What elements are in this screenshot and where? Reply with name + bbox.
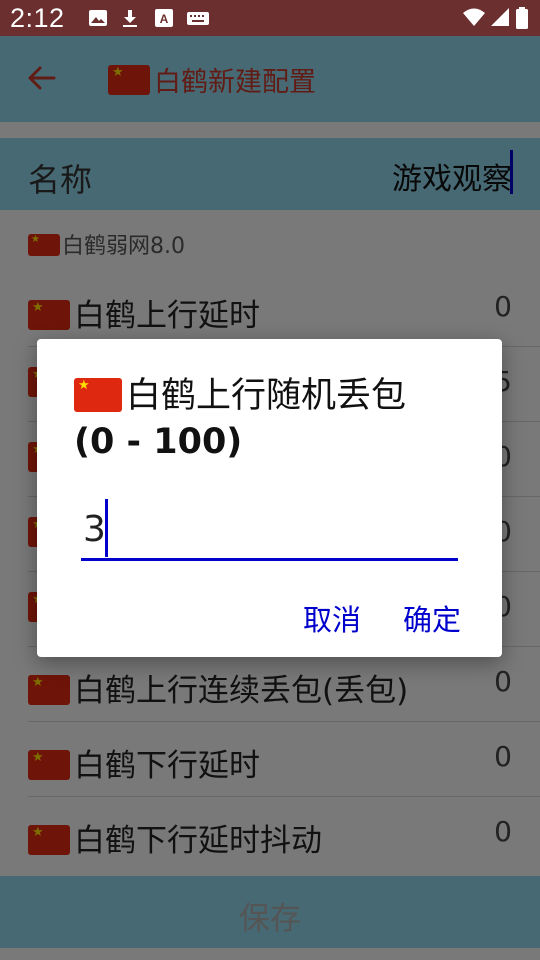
signal-icon: [491, 8, 509, 26]
status-bar: 2:12 A: [0, 0, 540, 36]
status-time: 2:12: [10, 3, 65, 33]
cancel-button[interactable]: 取消: [303, 597, 361, 639]
battery-icon: [516, 7, 528, 29]
keyboard-icon: [187, 12, 209, 25]
a-icon: A: [155, 9, 173, 27]
dialog-range: (0 - 100): [74, 422, 243, 462]
dialog-title-text: 白鹤上行随机丢包: [126, 376, 407, 416]
wifi-icon: [463, 8, 485, 26]
confirm-button[interactable]: 确定: [403, 597, 461, 639]
dialog-title: 白鹤上行随机丢包 (0 - 100): [74, 373, 484, 465]
dialog-input-value: 3: [83, 509, 106, 550]
image-icon: [89, 10, 107, 26]
dialog-number-input[interactable]: 3: [81, 499, 458, 561]
input-dialog: 白鹤上行随机丢包 (0 - 100) 3 取消 确定: [37, 339, 502, 657]
svg-text:A: A: [160, 12, 169, 26]
china-flag-icon: [74, 378, 122, 412]
download-icon: [123, 10, 137, 27]
text-caret: [105, 499, 108, 557]
